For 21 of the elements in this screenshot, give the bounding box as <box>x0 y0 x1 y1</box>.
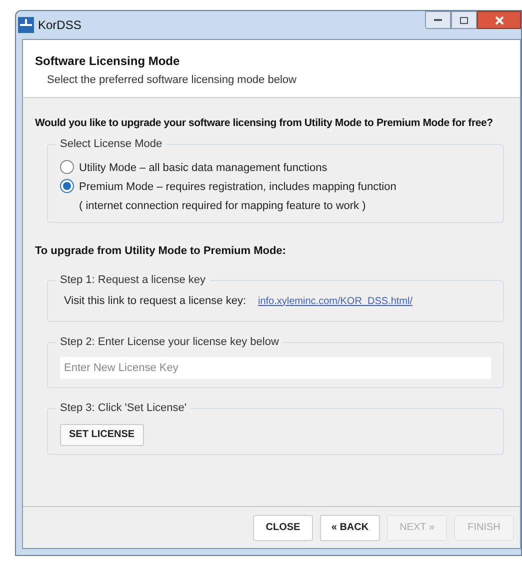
upgrade-heading: To upgrade from Utility Mode to Premium Mode: <box>35 244 287 260</box>
close-icon <box>494 16 504 24</box>
app-icon <box>18 17 34 33</box>
question-text: Would you like to upgrade your software licensing from Utility Mode to Premium Mode for free? <box>35 116 494 131</box>
window-title: KorDSS <box>38 17 82 34</box>
license-link[interactable]: info.xyleminc.com/KOR_DSS.html/ <box>258 294 412 308</box>
header-title: Software Licensing Mode <box>35 53 181 70</box>
wizard-button[interactable]: « BACK <box>320 514 380 540</box>
radio-note: ( internet connection required for mapping feature to work ) <box>79 198 367 214</box>
maximize-button[interactable] <box>451 11 477 29</box>
minimize-button[interactable] <box>425 11 451 29</box>
wizard-button[interactable]: CLOSE <box>253 514 313 540</box>
license-key-field[interactable]: Enter New License Key <box>60 357 491 380</box>
close-window-button[interactable] <box>477 11 521 29</box>
radio-label: Utility Mode – all basic data management functions <box>79 160 328 176</box>
step-instruction: Visit this link to request a license key: <box>64 294 246 309</box>
radio-button[interactable] <box>60 160 74 174</box>
header-subtitle: Select the preferred software licensing mode below <box>46 73 298 88</box>
radio-label: Premium Mode – requires registration, includes mapping function <box>79 180 396 196</box>
set-license-button[interactable]: SET LICENSE <box>60 424 144 446</box>
radio-button[interactable] <box>60 179 74 194</box>
